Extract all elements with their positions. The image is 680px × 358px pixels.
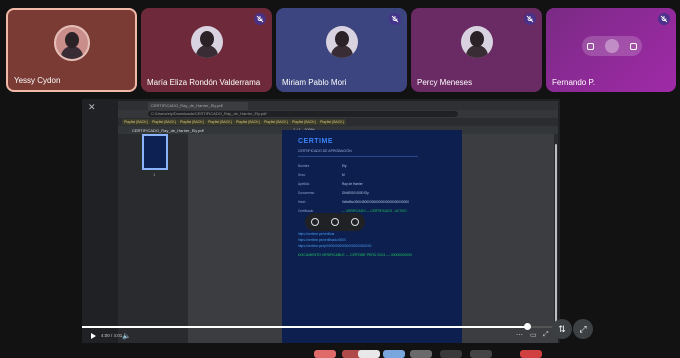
certificate-footer: DOCUMENTO VERIFICABLE — CERTIME PERÚ 202…: [298, 253, 413, 257]
certificate-row: Hash 0xffa9bc3000450000000000000000000000…: [298, 200, 409, 204]
avatar: [460, 26, 493, 59]
avatar: [53, 24, 90, 61]
bookmark-item[interactable]: Playlist (BACK): [234, 119, 262, 125]
pin-icon[interactable]: [587, 42, 595, 50]
certificate-link[interactable]: https://certime.pe/verificar: [298, 232, 335, 236]
browser-tab-bar: CERTIFICADO_Ray_de_Harrier_Ely.pdf: [118, 101, 558, 110]
mic-muted-icon: [254, 13, 266, 25]
captions-icon[interactable]: ▭: [530, 331, 537, 339]
seek-progress: [82, 326, 527, 328]
bookmark-item[interactable]: Playlist (BACK): [318, 119, 346, 125]
certificate-row: Nombre Ely: [298, 164, 347, 168]
certificate-row: Apellido Ray de Harrier: [298, 182, 363, 186]
dock-item[interactable]: [520, 350, 542, 358]
certificate-subtitle: CERTIFICADO DE APROBACIÓN: [298, 149, 352, 153]
pointer-off-icon[interactable]: [311, 218, 319, 226]
seek-handle[interactable]: [524, 323, 531, 330]
bookmarks-bar: Playlist (BACK) Playlist (BACK) Playlist…: [118, 118, 558, 126]
certificate-document: CERTIME CERTIFICADO DE APROBACIÓN Nombre…: [282, 130, 462, 343]
close-icon[interactable]: ✕: [88, 102, 96, 113]
participant-name: María Eliza Rondón Valderrama: [147, 78, 261, 87]
browser-tab[interactable]: CERTIFICADO_Ray_de_Harrier_Ely.pdf: [148, 102, 248, 110]
participant-name: Miriam Pablo Mori: [282, 78, 347, 87]
bookmark-item[interactable]: Playlist (BACK): [290, 119, 318, 125]
thumbnail-page-number: 1: [153, 172, 156, 177]
participant-tile-3[interactable]: Miriam Pablo Mori: [276, 8, 407, 92]
divider: [298, 156, 418, 157]
certificate-row: Sexo M: [298, 173, 345, 177]
address-bar: C:/Users/ely/Downloads/CERTIFICADO_Ray_d…: [118, 110, 558, 118]
forward-icon[interactable]: [331, 218, 339, 226]
certificate-title: CERTIME: [298, 138, 333, 145]
bookmark-item[interactable]: Playlist (BACK): [262, 119, 290, 125]
certificate-link[interactable]: https://certime.pe/qr/000000000000000000…: [298, 244, 371, 248]
participant-name: Fernando P.: [552, 78, 595, 87]
bookmark-item[interactable]: Playlist (BACK): [150, 119, 178, 125]
participant-strip: Yessy Cydon María Eliza Rondón Valderram…: [4, 8, 676, 92]
participant-name: Percy Meneses: [417, 78, 473, 87]
mic-muted-icon: [658, 13, 670, 25]
dock-item[interactable]: [383, 350, 405, 358]
fullscreen-icon[interactable]: ⤢: [543, 331, 549, 339]
participant-tile-2[interactable]: María Eliza Rondón Valderrama: [141, 8, 272, 92]
playback-time: 4:00 / 4:01: [101, 333, 123, 338]
more-icon[interactable]: [629, 42, 637, 50]
volume-icon[interactable]: 🔈: [122, 332, 131, 340]
certificate-link[interactable]: https://certime.pe/certificado/0000: [298, 238, 346, 242]
avatar: [325, 26, 358, 59]
tile-hover-controls[interactable]: [582, 36, 642, 56]
frame-icon[interactable]: [604, 39, 619, 53]
dock-item[interactable]: [358, 350, 380, 358]
participant-tile-4[interactable]: Percy Meneses: [411, 8, 542, 92]
pdf-scrollbar[interactable]: [554, 134, 558, 334]
pdf-filename: CERTIFICADO_Ray_de_Harrier_Ely.pdf: [132, 128, 204, 133]
mic-muted-icon: [389, 13, 401, 25]
bookmark-item[interactable]: Playlist (BACK): [122, 119, 150, 125]
more-icon[interactable]: [351, 218, 359, 226]
participant-tile-5[interactable]: Fernando P.: [546, 8, 676, 92]
address-input[interactable]: C:/Users/ely/Downloads/CERTIFICADO_Ray_d…: [148, 111, 458, 117]
bookmark-item[interactable]: Playlist (BACK): [178, 119, 206, 125]
dock-item[interactable]: [470, 350, 492, 358]
bookmark-item[interactable]: Playlist (BACK): [206, 119, 234, 125]
expand-icon[interactable]: ⤢: [573, 319, 593, 339]
more-options-icon[interactable]: ⋯: [516, 331, 523, 339]
participant-tile-1[interactable]: Yessy Cydon: [6, 8, 137, 92]
certificate-row: Documento DNI/0000 0000 Ely: [298, 191, 369, 195]
swap-layout-icon[interactable]: ⇅: [552, 319, 572, 339]
participant-name: Yessy Cydon: [14, 76, 61, 85]
mic-muted-icon: [524, 13, 536, 25]
floating-annotation-toolbar: [305, 213, 365, 231]
play-icon[interactable]: [91, 333, 96, 339]
dock-item[interactable]: [440, 350, 462, 358]
avatar: [190, 26, 223, 59]
dock-item[interactable]: [314, 350, 336, 358]
pdf-page-thumbnail[interactable]: [142, 134, 168, 170]
dock-item[interactable]: [410, 350, 432, 358]
